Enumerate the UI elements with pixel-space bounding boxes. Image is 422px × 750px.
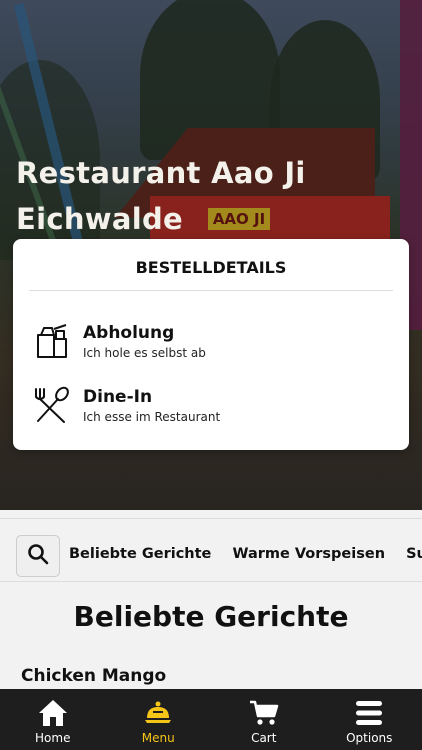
dine-in-option[interactable]: Dine-In Ich esse im Restaurant [31,381,391,429]
pickup-title: Abholung [83,322,175,343]
dine-in-subtitle: Ich esse im Restaurant [83,409,221,424]
tab-label: Menu [141,731,175,745]
search-button[interactable] [16,535,60,577]
home-icon [36,697,70,729]
hamburger-icon [352,697,386,729]
tab-label: Home [35,731,71,745]
tab-label: Cart [251,731,277,745]
menu-item-name[interactable]: Chicken Mango [21,666,166,686]
category-tab[interactable]: Warme Vorspeisen [232,546,385,562]
category-tabs: Beliebte Gerichte Warme Vorspeisen Su [69,546,422,562]
search-icon [27,543,49,569]
dine-in-title: Dine-In [83,386,153,407]
pickup-subtitle: Ich hole es selbst ab [83,345,206,360]
cart-icon [247,697,281,729]
tab-label: Options [346,731,393,745]
fork-spoon-icon [31,384,73,426]
divider [29,290,393,291]
bottom-tab-bar: Home Menu Cart Options [0,689,422,750]
card-title: BESTELLDETAILS [135,258,287,277]
takeaway-bag-icon [31,320,73,362]
section-title: Beliebte Gerichte [73,600,349,633]
category-tab[interactable]: Su [406,546,422,562]
pickup-option[interactable]: Abholung Ich hole es selbst ab [31,317,391,365]
order-details-card: BESTELLDETAILS Abholung Ich hole es selb… [13,239,409,450]
category-bar: Beliebte Gerichte Warme Vorspeisen Su [0,518,422,582]
tab-cart[interactable]: Cart [211,689,317,750]
menu-cloche-icon [141,697,175,729]
tab-menu[interactable]: Menu [106,689,212,750]
tab-home[interactable]: Home [0,689,106,750]
restaurant-name: Restaurant Aao Ji Eichwalde [16,156,306,236]
tab-options[interactable]: Options [317,689,422,750]
category-tab[interactable]: Beliebte Gerichte [69,546,211,562]
